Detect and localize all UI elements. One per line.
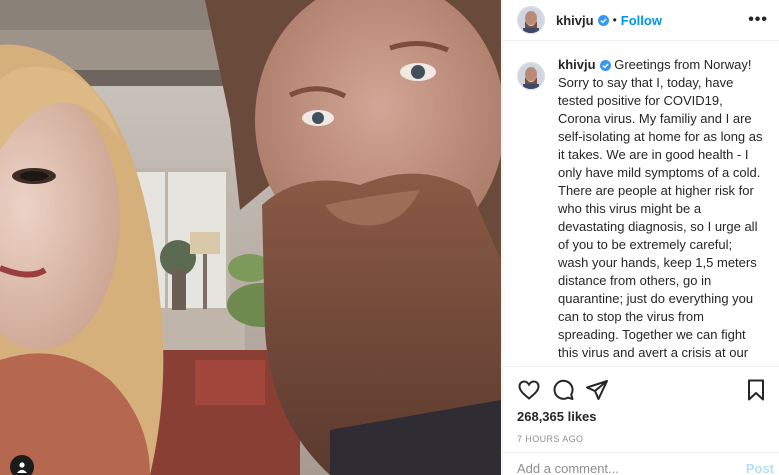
author-avatar[interactable]	[517, 6, 545, 34]
heart-icon[interactable]	[517, 378, 541, 402]
caption-avatar[interactable]	[517, 62, 545, 90]
instagram-post-window: khivju • Follow ••• khivju Greetings fro…	[0, 0, 779, 475]
author-username[interactable]: khivju	[556, 13, 594, 28]
caption-username[interactable]: khivju	[558, 57, 596, 72]
action-icons-row	[503, 367, 779, 405]
actions-bar: 268,365 likes 7 HOURS AGO	[503, 366, 779, 444]
separator-dot: •	[612, 13, 617, 27]
caption-text: khivju Greetings from Norway! Sorry to s…	[558, 56, 764, 364]
comment-bar: Post	[503, 452, 779, 475]
caption-scroll-area[interactable]: khivju Greetings from Norway! Sorry to s…	[503, 56, 779, 364]
post-details-panel: khivju • Follow ••• khivju Greetings fro…	[502, 0, 779, 475]
comment-icon[interactable]	[551, 378, 575, 402]
more-options-button[interactable]: •••	[748, 11, 768, 29]
comment-input[interactable]	[517, 461, 746, 475]
caption-verified-badge-icon	[599, 60, 611, 72]
selfie-image	[0, 0, 501, 475]
share-icon[interactable]	[585, 378, 609, 402]
post-photo[interactable]	[0, 0, 501, 475]
caption-row: khivju Greetings from Norway! Sorry to s…	[503, 56, 779, 364]
post-header: khivju • Follow •••	[503, 0, 779, 41]
user-tag-icon[interactable]	[10, 455, 34, 475]
bookmark-icon[interactable]	[744, 378, 768, 402]
post-timestamp[interactable]: 7 HOURS AGO	[503, 424, 779, 444]
caption-body: Greetings from Norway! Sorry to say that…	[558, 57, 763, 364]
post-comment-button[interactable]: Post	[746, 461, 774, 475]
verified-badge-icon	[597, 14, 609, 26]
follow-button[interactable]: Follow	[621, 13, 662, 28]
likes-count[interactable]: 268,365 likes	[503, 405, 779, 424]
